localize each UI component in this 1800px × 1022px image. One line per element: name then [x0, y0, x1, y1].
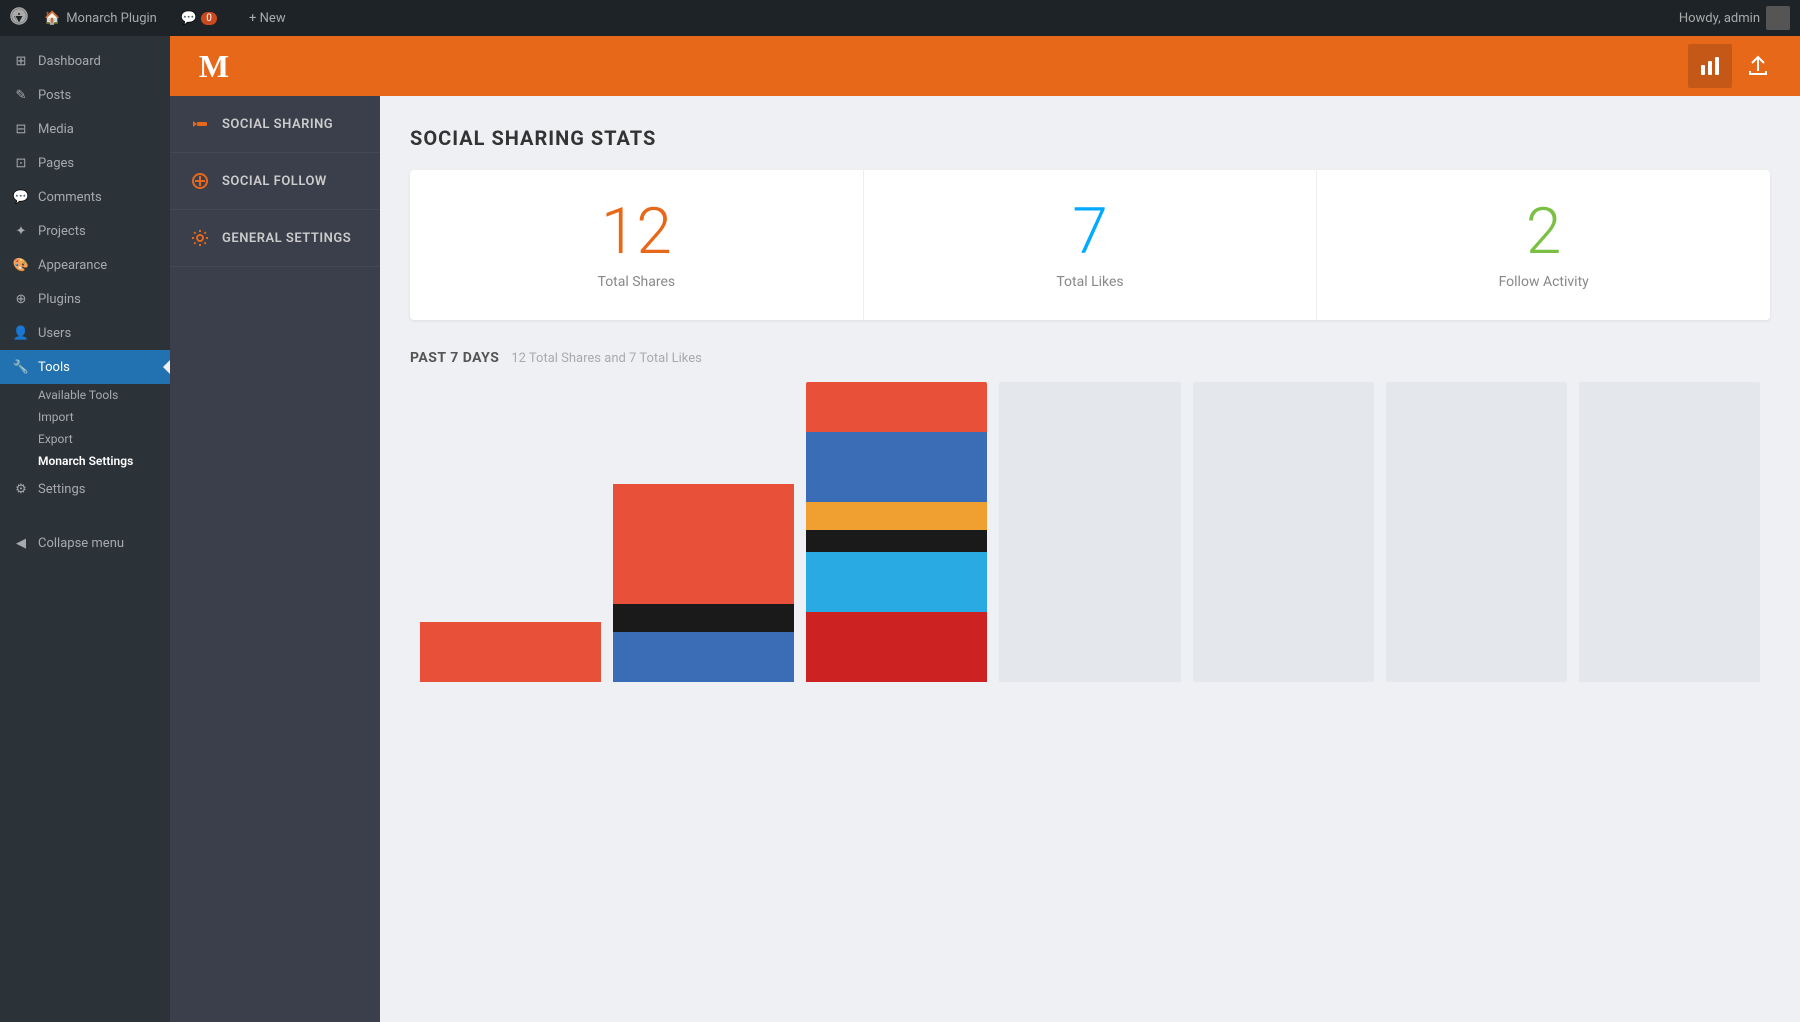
collapse-icon: ◀ — [12, 534, 30, 552]
bar-col-6 — [1579, 382, 1760, 682]
sidebar-collapse-menu[interactable]: ◀ Collapse menu — [0, 526, 170, 560]
sidebar-item-settings[interactable]: ⚙ Settings — [0, 472, 170, 506]
bar-segment — [613, 484, 794, 604]
sidebar-item-tools[interactable]: 🔧 Tools — [0, 350, 170, 384]
monarch-header-icons — [1688, 44, 1780, 88]
follow-activity-value: 2 — [1526, 200, 1562, 264]
monarch-wrapper: Social Sharing Social Follow — [170, 96, 1800, 1022]
sidebar-item-projects[interactable]: ✦ Projects — [0, 214, 170, 248]
sidebar-item-users[interactable]: 👤 Users — [0, 316, 170, 350]
plugins-icon: ⊕ — [12, 290, 30, 308]
page-title: Social Sharing Stats — [410, 126, 1770, 150]
media-icon: ⊟ — [12, 120, 30, 138]
pages-icon: ⊡ — [12, 154, 30, 172]
sidebar-item-dashboard[interactable]: ⊞ Dashboard — [0, 44, 170, 78]
content-area: M — [170, 36, 1800, 1022]
bar-chart — [410, 382, 1770, 682]
bar-segment — [806, 502, 987, 530]
projects-icon: ✦ — [12, 222, 30, 240]
sidebar-sub-import[interactable]: Import — [0, 406, 170, 428]
posts-icon: ✎ — [12, 86, 30, 104]
bar-segment — [613, 632, 794, 682]
sidebar-sub-export[interactable]: Export — [0, 428, 170, 450]
bar-segment — [806, 552, 987, 612]
total-shares-label: Total Shares — [598, 274, 676, 290]
sidebar-item-media[interactable]: ⊟ Media — [0, 112, 170, 146]
monarch-logo: M — [190, 42, 238, 90]
share-view-button[interactable] — [1736, 44, 1780, 88]
user-info: Howdy, admin — [1679, 6, 1790, 30]
total-shares-card: 12 Total Shares — [410, 170, 864, 320]
appearance-icon: 🎨 — [12, 256, 30, 274]
follow-activity-label: Follow Activity — [1499, 274, 1589, 290]
site-name[interactable]: 🏠 Monarch Plugin — [44, 11, 157, 26]
bar-segment — [806, 432, 987, 502]
sidebar-item-posts[interactable]: ✎ Posts — [0, 78, 170, 112]
avatar — [1766, 6, 1790, 30]
monarch-header: M — [170, 36, 1800, 96]
social-follow-nav-icon — [190, 171, 210, 191]
total-likes-card: 7 Total Likes — [864, 170, 1318, 320]
social-sharing-nav-icon — [190, 114, 210, 134]
stats-view-button[interactable] — [1688, 44, 1732, 88]
bar-col-5 — [1386, 382, 1567, 682]
admin-bar: 🏠 Monarch Plugin 💬 0 + New Howdy, admin — [0, 0, 1800, 36]
sidebar-item-pages[interactable]: ⊡ Pages — [0, 146, 170, 180]
users-icon: 👤 — [12, 324, 30, 342]
sidebar-item-comments[interactable]: 💬 Comments — [0, 180, 170, 214]
bar-segment — [806, 530, 987, 552]
follow-activity-card: 2 Follow Activity — [1317, 170, 1770, 320]
dashboard-icon: ⊞ — [12, 52, 30, 70]
settings-icon: ⚙ — [12, 480, 30, 498]
wp-logo-icon[interactable] — [10, 7, 28, 30]
tools-icon: 🔧 — [12, 358, 30, 376]
past7days-subtitle: 12 Total Shares and 7 Total Likes — [511, 351, 701, 366]
comments-icon: 💬 — [12, 188, 30, 206]
monarch-nav-social-follow[interactable]: Social Follow — [170, 153, 380, 210]
bar-segment — [420, 622, 601, 682]
sidebar-sub-available-tools[interactable]: Available Tools — [0, 384, 170, 406]
total-likes-label: Total Likes — [1056, 274, 1123, 290]
comments-button[interactable]: 💬 0 — [173, 0, 225, 36]
bar-segment — [613, 604, 794, 632]
monarch-nav: Social Sharing Social Follow — [170, 96, 380, 1022]
bar-col-4 — [1193, 382, 1374, 682]
bar-col-0 — [420, 382, 601, 682]
bar-col-2 — [806, 382, 987, 682]
sidebar-sub-monarch-settings[interactable]: Monarch Settings — [0, 450, 170, 472]
wp-sidebar: ⊞ Dashboard ✎ Posts ⊟ Media ⊡ Pages 💬 Co… — [0, 36, 170, 1022]
sidebar-item-plugins[interactable]: ⊕ Plugins — [0, 282, 170, 316]
new-content-button[interactable]: + New — [241, 0, 294, 36]
general-settings-nav-icon — [190, 228, 210, 248]
bar-col-1 — [613, 382, 794, 682]
bar-segment — [806, 382, 987, 432]
sidebar-item-appearance[interactable]: 🎨 Appearance — [0, 248, 170, 282]
bar-segment — [806, 612, 987, 682]
total-shares-value: 12 — [601, 200, 672, 264]
stats-container: 12 Total Shares 7 Total Likes 2 Follow A… — [410, 170, 1770, 320]
total-likes-value: 7 — [1072, 200, 1108, 264]
past7days-title: Past 7 Days 12 Total Shares and 7 Total … — [410, 350, 1770, 366]
monarch-nav-social-sharing[interactable]: Social Sharing — [170, 96, 380, 153]
bar-col-3 — [999, 382, 1180, 682]
monarch-main: Social Sharing Stats 12 Total Shares 7 T… — [380, 96, 1800, 1022]
monarch-nav-general-settings[interactable]: General Settings — [170, 210, 380, 267]
